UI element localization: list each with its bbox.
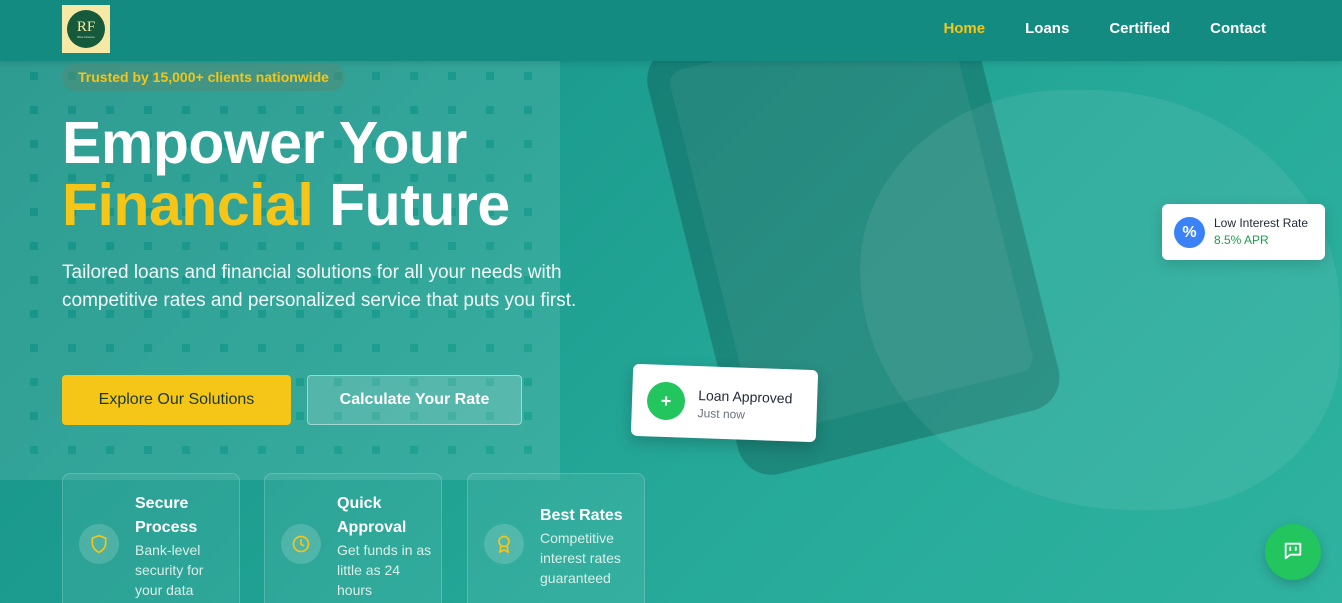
low-interest-rate-card: % Low Interest Rate 8.5% APR: [1162, 204, 1325, 260]
feature-card-rates: Best Rates Competitive interest rates gu…: [467, 473, 645, 603]
nav-link-home[interactable]: Home: [943, 20, 985, 37]
logo-subtext: Rise Finance: [77, 34, 95, 39]
loan-card-title: Loan Approved: [697, 387, 793, 407]
feature-card-quick: Quick Approval Get funds in as little as…: [264, 473, 442, 603]
rate-card-value: 8.5% APR: [1214, 233, 1269, 247]
nav-link-loans[interactable]: Loans: [1025, 20, 1069, 37]
headline-line1: Empower Your: [62, 110, 467, 176]
calculate-rate-button[interactable]: Calculate Your Rate: [307, 375, 522, 425]
award-icon: [484, 524, 524, 564]
plus-icon: +: [646, 381, 686, 421]
feature-card-secure: Secure Process Bank-level security for y…: [62, 473, 240, 603]
logo-badge: RF Rise Finance: [67, 10, 105, 48]
loan-approved-card: + Loan Approved Just now: [630, 363, 819, 443]
logo[interactable]: RF Rise Finance: [62, 5, 110, 53]
feature-description: Competitive interest rates guaranteed: [540, 530, 621, 586]
hero-subtitle: Tailored loans and financial solutions f…: [62, 262, 577, 311]
background-hand-image: [860, 90, 1340, 510]
nav-link-contact[interactable]: Contact: [1210, 20, 1266, 37]
clock-icon: [281, 524, 321, 564]
rate-card-title: Low Interest Rate: [1214, 216, 1309, 230]
nav-links: Home Loans Certified Contact: [943, 20, 1266, 37]
shield-icon: [79, 524, 119, 564]
feature-title: Best Rates: [540, 507, 623, 524]
headline-highlight: Financial: [62, 172, 314, 238]
chat-button[interactable]: [1265, 524, 1321, 580]
loan-card-subtitle: Just now: [697, 406, 746, 422]
headline-rest: Future: [329, 172, 510, 238]
explore-solutions-button[interactable]: Explore Our Solutions: [62, 375, 291, 425]
trust-badge: Trusted by 15,000+ clients nationwide: [62, 63, 345, 91]
feature-title: Quick Approval: [337, 495, 407, 536]
nav-link-certified[interactable]: Certified: [1109, 20, 1170, 37]
feature-description: Bank-level security for your data: [135, 542, 204, 598]
percent-icon: %: [1174, 217, 1205, 248]
top-navbar: RF Rise Finance Home Loans Certified Con…: [0, 0, 1342, 61]
feature-description: Get funds in as little as 24 hours: [337, 542, 432, 598]
logo-letters: RF: [76, 18, 96, 35]
feature-title: Secure Process: [135, 495, 198, 536]
chat-icon: [1282, 540, 1304, 565]
hero-headline: Empower Your Financial Future: [62, 112, 510, 236]
